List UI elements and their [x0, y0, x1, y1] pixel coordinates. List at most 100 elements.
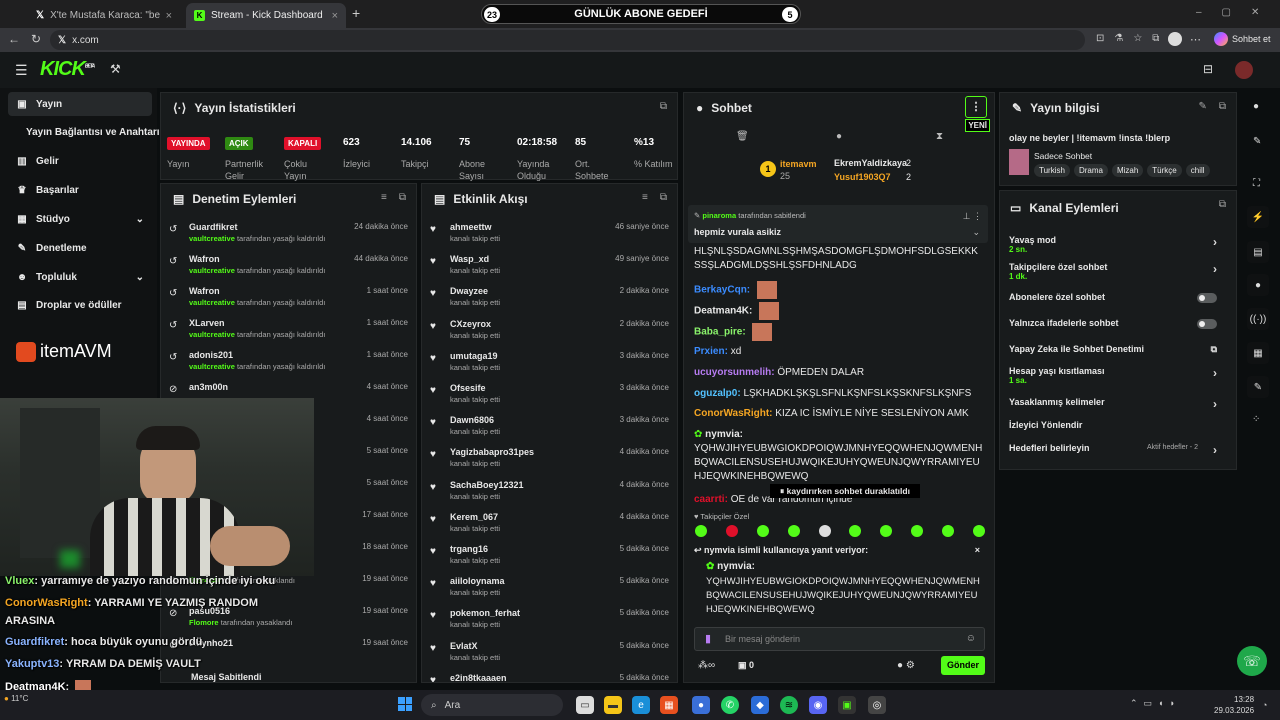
chat-username[interactable]: Prxien:: [694, 346, 728, 357]
new-tab-icon[interactable]: +: [352, 5, 360, 21]
channel-action-item[interactable]: Yasaklanmış kelimeler ›: [1009, 397, 1229, 411]
close-reply-icon[interactable]: ×: [975, 545, 980, 555]
chat-username[interactable]: ConorWasRight:: [694, 408, 773, 419]
chat-message[interactable]: Prxien: xd: [694, 345, 984, 359]
chat-message[interactable]: oguzalp0: LŞKHADKLŞKŞLSFNLKŞNFSLKŞSKNFSL…: [694, 387, 984, 401]
toggle-switch[interactable]: [1197, 319, 1217, 329]
activity-row[interactable]: ♥ Kerem_067 kanalı takip etti 4 dakika önce: [430, 508, 669, 540]
sidebar-item-stream[interactable]: ▣ Yayın: [8, 92, 152, 116]
activity-row[interactable]: ♥ trgang16 kanalı takip etti 5 dakika önce: [430, 540, 669, 572]
sidebar-item-achievements[interactable]: ♛ Başarılar: [8, 178, 152, 202]
tag-chip[interactable]: Mizah: [1111, 164, 1144, 177]
app-icon[interactable]: ▣: [838, 696, 856, 714]
sidebar-item-stream-key[interactable]: Yayın Bağlantısı ve Anahtarı: [8, 120, 160, 144]
chat-message[interactable]: HLŞNLŞSDAGMNLSŞHMŞASDOMGFLŞDMOHFSDLGSEKK…: [694, 245, 984, 273]
mod-row[interactable]: ↺ Wafron vaultcreative tarafından yasağı k…: [169, 282, 408, 314]
channel-action-item[interactable]: Yavaş mod 2 sn. ›: [1009, 235, 1229, 254]
reload-icon[interactable]: ↻: [31, 32, 41, 46]
activity-row[interactable]: ♥ Dawn6806 kanalı takip etti 3 dakika önce: [430, 411, 669, 443]
emote-icon[interactable]: [725, 525, 738, 537]
rail-lightning-icon[interactable]: ⚡: [1247, 206, 1269, 228]
trash-icon[interactable]: 🗑: [736, 131, 749, 142]
chevron-down-icon[interactable]: ⌄: [972, 227, 980, 238]
filter-icon[interactable]: ≡: [381, 192, 387, 203]
emote-icon[interactable]: [756, 525, 769, 537]
chat-bubble-icon[interactable]: ●: [836, 131, 842, 142]
chat-username[interactable]: BerkayCqn:: [694, 285, 750, 296]
channel-action-item[interactable]: Takipçilere özel sohbet 1 dk. ›: [1009, 262, 1229, 281]
sidebar-item-moderation[interactable]: ✎ Denetleme: [8, 236, 152, 260]
url-field[interactable]: 𝕏 x.com: [50, 30, 1085, 50]
chat-username[interactable]: ucuyorsunmelih:: [694, 367, 775, 378]
emote-icon[interactable]: [818, 525, 831, 537]
rail-document-icon[interactable]: ▤: [1247, 241, 1269, 263]
activity-row[interactable]: ♥e2in8tkaaaenkanalı takip etti5 dakika ö…: [430, 669, 669, 682]
chat-input[interactable]: ▮ Bir mesaj gönderin ☺: [694, 627, 985, 651]
task-view-icon[interactable]: ▭: [576, 696, 594, 714]
chat-message[interactable]: ConorWasRight: KIZA IC İSMİYLE NİYE SESL…: [694, 407, 984, 421]
menu-dots-icon[interactable]: ⋯: [1190, 33, 1201, 46]
tag-chip[interactable]: Türkçe: [1147, 164, 1182, 177]
popout-icon[interactable]: ⧉: [399, 192, 406, 203]
activity-row[interactable]: ♥ Dwayzee kanalı takip etti 2 dakika önce: [430, 282, 669, 314]
popout-icon[interactable]: ⧉: [660, 192, 667, 203]
emote-icon[interactable]: [787, 525, 800, 537]
unpin-icon[interactable]: ⊥ ⋮: [963, 211, 982, 222]
rail-layout-icon[interactable]: ▦: [1247, 342, 1269, 364]
send-button[interactable]: Gönder: [941, 656, 985, 675]
emote-icon[interactable]: [880, 525, 893, 537]
channel-action-item[interactable]: Hesap yaşı kısıtlaması 1 sa. ›: [1009, 366, 1229, 385]
activity-row[interactable]: ♥ ahmeettw kanalı takip etti 46 saniye önce: [430, 218, 669, 250]
chat-username[interactable]: nymvia:: [705, 429, 743, 440]
user-avatar[interactable]: [1235, 61, 1253, 79]
emote-icon[interactable]: [942, 525, 954, 537]
taskbar-search[interactable]: ⌕ Ara: [421, 694, 563, 716]
tag-chip[interactable]: chill: [1185, 164, 1210, 177]
channel-action-item[interactable]: Abonelere özel sohbet: [1009, 292, 1229, 303]
activity-row[interactable]: ♥ umutaga19 kanalı takip etti 3 dakika önce: [430, 347, 669, 379]
toggle-switch[interactable]: [1197, 293, 1217, 303]
help-fab-icon[interactable]: ☏: [1237, 646, 1267, 676]
mod-row[interactable]: ⊘ ciaynho21 19 saat önce: [169, 634, 408, 666]
chat-username[interactable]: caarrti:: [694, 494, 728, 505]
activity-row[interactable]: ♥ SachaBoey12321 kanalı takip etti 4 dakika…: [430, 476, 669, 508]
activity-row[interactable]: ♥ EvlatX kanalı takip etti 5 dakika önce: [430, 637, 669, 669]
spotify-icon[interactable]: ≋: [780, 696, 798, 714]
window-controls[interactable]: –▢✕: [1196, 7, 1279, 18]
chat-paused-banner[interactable]: ⏸ kaydırırken sohbet duraklatıldı: [770, 484, 920, 498]
extension-icons[interactable]: ⊡⚗☆⧉: [1096, 33, 1169, 44]
mod-row[interactable]: ↺ Wafron vaultcreative tarafından yasağı k…: [169, 250, 408, 282]
popout-icon[interactable]: ⧉: [660, 101, 667, 112]
activity-row[interactable]: ♥ CXzeyrox kanalı takip etti 2 dakika önce: [430, 315, 669, 347]
clock[interactable]: 13:28 29.03.2026: [1214, 694, 1254, 716]
chat-message[interactable]: ucuyorsunmelih: ÖPMEDEN DALAR: [694, 366, 984, 380]
profile-avatar[interactable]: [1168, 32, 1182, 46]
weather-widget[interactable]: ● 11°C: [4, 694, 28, 703]
close-tab-icon[interactable]: ×: [166, 10, 172, 22]
broadcast-icon[interactable]: ⊟: [1203, 62, 1213, 76]
activity-row[interactable]: ♥ Wasp_xd kanalı takip etti 49 saniye önce: [430, 250, 669, 282]
hourglass-icon[interactable]: ⧗: [936, 131, 943, 142]
rail-more-icon[interactable]: ⁘: [1252, 414, 1260, 425]
category-name[interactable]: Sadece Sohbet: [1034, 151, 1092, 161]
file-explorer-icon[interactable]: ▬: [604, 696, 622, 714]
hammer-icon[interactable]: ⚒: [110, 62, 121, 76]
whatsapp-icon[interactable]: ✆: [721, 696, 739, 714]
channel-action-item[interactable]: Hedefleri belirleyin Aktif hedefler - 2 ›: [1009, 443, 1229, 457]
emote-icon[interactable]: [695, 525, 707, 537]
mod-row[interactable]: ↺ adonis201 vaultcreative tarafından yasağ…: [169, 346, 408, 378]
channel-action-item[interactable]: Yalnızca ifadelerle sohbet: [1009, 318, 1229, 329]
chat-message[interactable]: ✿ nymvia: YQHWJIHYEUBWGIOKDPOIQWJMNHYEQQW…: [694, 428, 984, 484]
popout-icon[interactable]: ⧉: [1219, 101, 1226, 112]
emote-icon[interactable]: [911, 525, 924, 537]
sidebar-item-income[interactable]: ▥ Gelir: [8, 149, 152, 173]
sidebar-item-drops[interactable]: ▤ Droplar ve ödüller: [8, 293, 152, 317]
emoji-icon[interactable]: ☺: [966, 633, 976, 644]
office-icon[interactable]: ▦: [660, 696, 678, 714]
chat-tools-icons[interactable]: ● ⚙: [897, 660, 915, 671]
rail-chat-icon[interactable]: ●: [1247, 274, 1269, 296]
activity-row[interactable]: ♥ Yagizbabapro31pes kanalı takip etti 4 dak…: [430, 443, 669, 475]
chat-menu-button[interactable]: ⋮: [965, 96, 987, 118]
chat-username[interactable]: Deatman4K:: [694, 306, 752, 317]
emote-icon[interactable]: [972, 525, 985, 537]
